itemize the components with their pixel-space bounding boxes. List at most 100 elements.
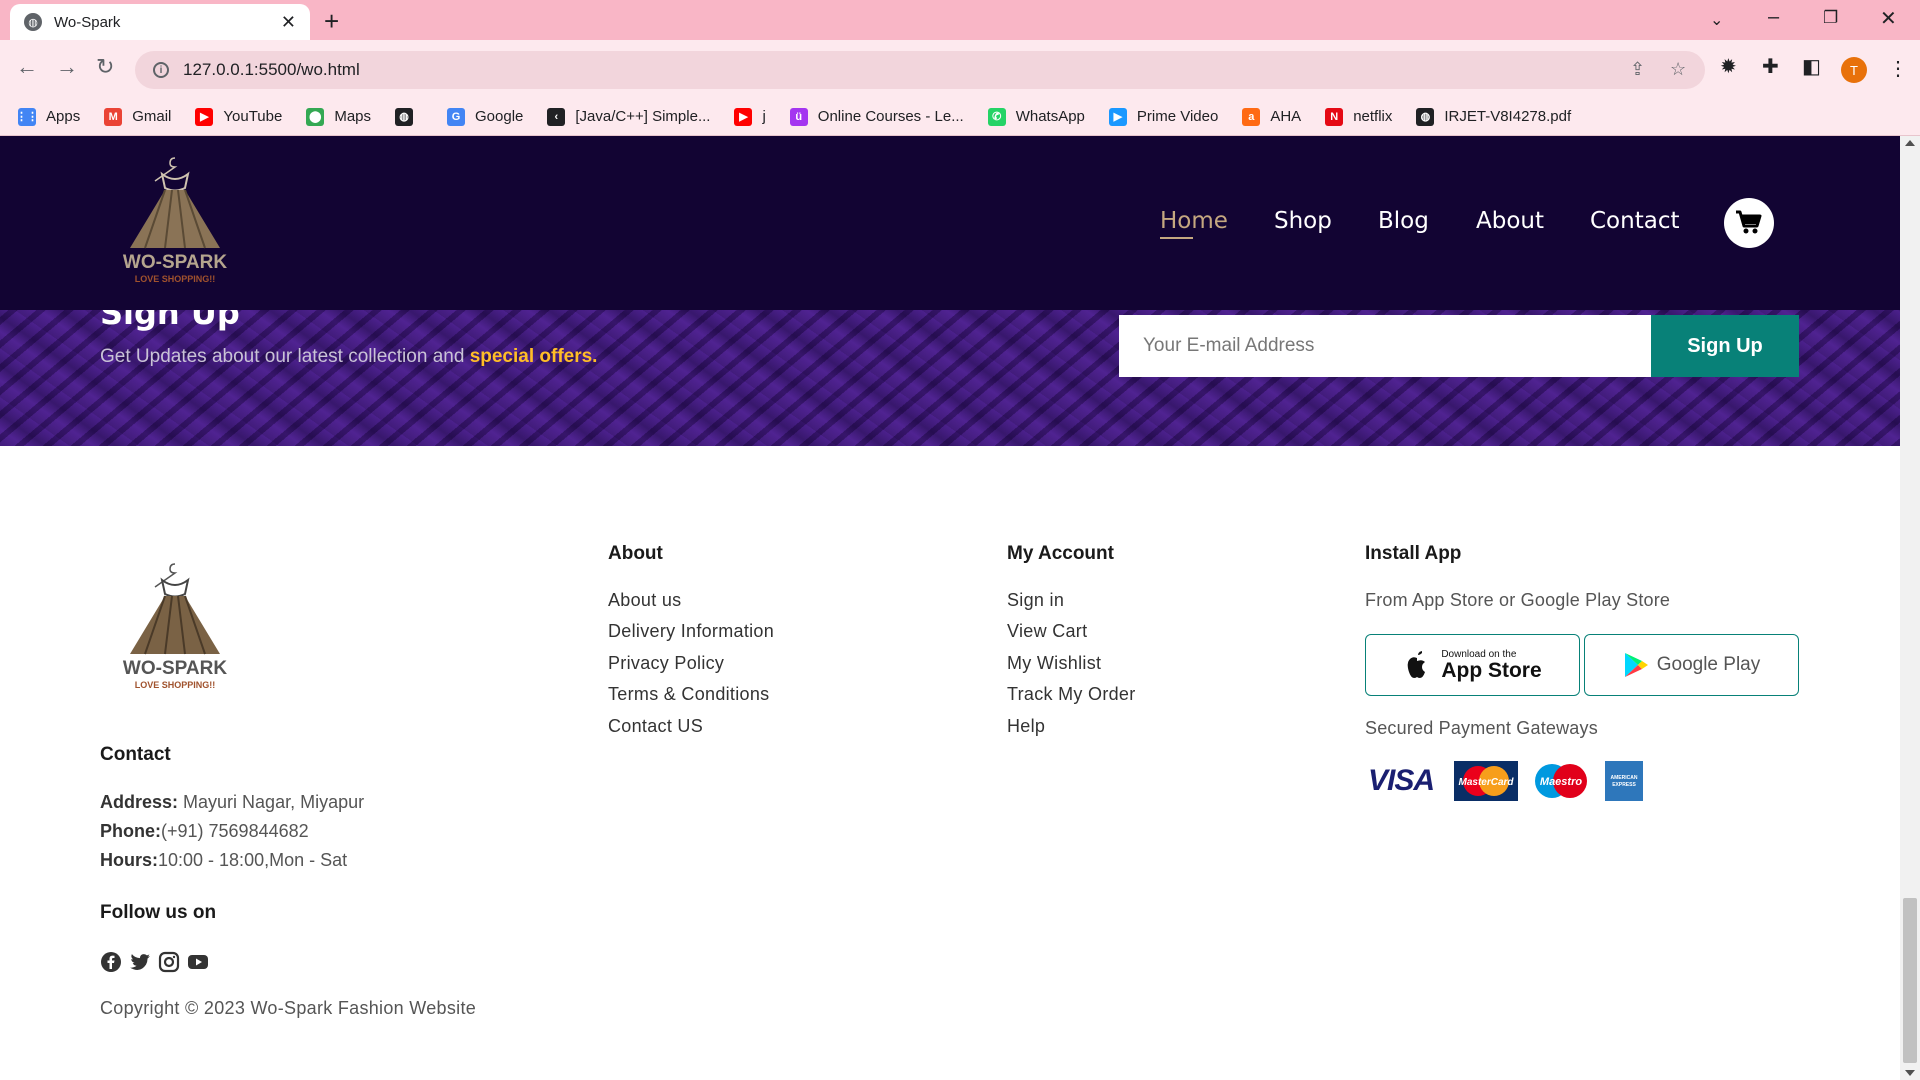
browser-tab[interactable]: ◍ Wo-Spark ✕ — [10, 4, 310, 40]
extension-icon[interactable]: ✹ — [1720, 54, 1737, 79]
install-heading: Install App — [1365, 543, 1462, 564]
twitter-icon[interactable] — [129, 951, 151, 973]
close-window-icon[interactable]: ✕ — [1880, 6, 1897, 31]
bookmark-item[interactable]: a AHA — [1242, 107, 1301, 126]
back-icon[interactable]: ← — [16, 54, 38, 80]
reload-icon[interactable]: ↻ — [96, 54, 114, 80]
bookmark-label: Google — [475, 108, 524, 125]
nav-about[interactable]: About — [1476, 208, 1544, 234]
bookmark-item[interactable]: Nnetflix — [1325, 107, 1392, 126]
footer-link-delivery[interactable]: Delivery Information — [608, 621, 774, 642]
bookmark-item[interactable]: ◍ IRJET-V8I4278.pdf — [1416, 107, 1572, 126]
codepen-icon: ‹ — [547, 107, 566, 126]
footer-link-privacy[interactable]: Privacy Policy — [608, 653, 724, 674]
site-info-icon[interactable]: i — [153, 62, 169, 78]
instagram-icon[interactable] — [158, 951, 180, 973]
app-store-big-text: App Store — [1441, 658, 1542, 682]
nav-contact[interactable]: Contact — [1590, 208, 1679, 234]
google-play-text: Google Play — [1656, 654, 1761, 675]
restore-icon[interactable]: ❐ — [1823, 8, 1838, 28]
bookmarks-bar: ⋮⋮ Apps M Gmail ▶ YouTube ⬤ Maps ◍ G Google ‹ [Java/… — [0, 98, 1920, 136]
app-store-button[interactable]: Download on the App Store — [1365, 634, 1580, 696]
google-play-button[interactable]: Google Play — [1584, 634, 1799, 696]
tab-search-icon[interactable]: ⌄ — [1710, 10, 1723, 30]
tab-title: Wo-Spark — [54, 13, 121, 31]
bookmark-item[interactable]: ⋮⋮ Apps — [16, 107, 81, 126]
svg-text:EXPRESS: EXPRESS — [1612, 782, 1636, 788]
nav-shop[interactable]: Shop — [1274, 208, 1332, 234]
svg-text:Maestro: Maestro — [1540, 776, 1582, 788]
logo-text: WO-SPARK — [123, 252, 227, 273]
cart-button[interactable] — [1724, 198, 1774, 248]
apps-grid-icon: ⋮⋮ — [16, 107, 38, 126]
contact-address: Address: Mayuri Nagar, Miyapur — [100, 792, 364, 813]
share-icon[interactable]: ⇪ — [1630, 59, 1645, 80]
browser-tab-strip: ◍ Wo-Spark ✕ + ⌄ – ❐ ✕ — [0, 0, 1920, 40]
nav-blog[interactable]: Blog — [1378, 208, 1429, 234]
menu-kebab-icon[interactable]: ⋮ — [1888, 56, 1908, 81]
bookmark-label: Online Courses - Le... — [817, 108, 964, 125]
footer-link-terms[interactable]: Terms & Conditions — [608, 684, 769, 705]
amex-logo: AMERICAN EXPRESS — [1605, 761, 1643, 801]
profile-avatar[interactable]: T — [1841, 57, 1867, 83]
new-tab-icon[interactable]: + — [324, 6, 339, 37]
newsletter-signup-button[interactable]: Sign Up — [1651, 315, 1799, 377]
scroll-down-arrow[interactable] — [1905, 1070, 1915, 1076]
bookmark-item[interactable]: ▶ Prime Video — [1108, 107, 1219, 126]
bookmark-item[interactable]: M Gmail — [104, 107, 171, 126]
footer-link-track-order[interactable]: Track My Order — [1007, 684, 1136, 705]
nav-home[interactable]: Home — [1160, 208, 1228, 234]
maps-pin-icon: ⬤ — [306, 107, 325, 126]
bookmark-item[interactable]: ü Online Courses - Le... — [789, 107, 964, 126]
bookmark-item[interactable]: ‹ [Java/C++] Simple... — [547, 107, 710, 126]
facebook-icon[interactable] — [100, 951, 122, 973]
footer-link-wishlist[interactable]: My Wishlist — [1007, 653, 1101, 674]
globe-icon: ◍ — [1416, 107, 1435, 126]
minimize-icon[interactable]: – — [1768, 6, 1779, 29]
address-value: Mayuri Nagar, Miyapur — [178, 792, 365, 812]
puzzle-extensions-icon[interactable]: ✚ — [1762, 54, 1779, 79]
bookmark-label: j — [762, 108, 766, 125]
scroll-up-arrow[interactable] — [1905, 140, 1915, 146]
forward-icon[interactable]: → — [56, 54, 78, 80]
youtube-icon: ▶ — [734, 107, 753, 126]
bookmark-label: IRJET-V8I4278.pdf — [1444, 108, 1572, 125]
newsletter-email-input[interactable] — [1119, 315, 1651, 377]
bookmark-item[interactable]: ◍ — [395, 107, 423, 126]
scroll-thumb[interactable] — [1903, 898, 1917, 1063]
contact-heading: Contact — [100, 744, 171, 765]
footer-logo-tagline: LOVE SHOPPING!! — [135, 680, 216, 690]
footer-link-about-us[interactable]: About us — [608, 590, 681, 611]
bookmark-label: Prime Video — [1136, 108, 1219, 125]
address-bar[interactable]: i 127.0.0.1:5500/wo.html ⇪ ☆ — [135, 51, 1705, 89]
close-tab-icon[interactable]: ✕ — [281, 12, 296, 33]
visa-logo: VISA — [1367, 764, 1435, 797]
footer-link-help[interactable]: Help — [1007, 716, 1045, 737]
hours-value: 10:00 - 18:00,Mon - Sat — [158, 850, 348, 870]
bookmark-item[interactable]: G Google — [447, 107, 524, 126]
svg-text:AMERICAN: AMERICAN — [1611, 775, 1638, 781]
shopping-cart-icon — [1736, 210, 1762, 234]
footer-link-contact-us[interactable]: Contact US — [608, 716, 703, 737]
bookmark-item[interactable]: ✆ WhatsApp — [987, 107, 1085, 126]
bookmark-item[interactable]: ▶ j — [734, 107, 766, 126]
nav-active-underline — [1160, 237, 1193, 239]
page-scrollbar[interactable] — [1900, 136, 1920, 1080]
footer-logo[interactable]: WO-SPARK LOVE SHOPPING!! — [110, 556, 240, 706]
bookmark-item[interactable]: ▶ YouTube — [195, 107, 282, 126]
contact-hours: Hours:10:00 - 18:00,Mon - Sat — [100, 850, 347, 871]
bookmark-label: Apps — [46, 108, 81, 125]
wo-spark-logo[interactable]: WO-SPARK LOVE SHOPPING!! — [110, 150, 240, 300]
footer-link-view-cart[interactable]: View Cart — [1007, 621, 1087, 642]
browser-toolbar: ← → ↻ i 127.0.0.1:5500/wo.html ⇪ ☆ ✹ ✚ ◧ — [0, 40, 1920, 98]
globe-icon: ◍ — [24, 13, 42, 31]
bookmark-star-icon[interactable]: ☆ — [1670, 59, 1686, 80]
apple-icon — [1408, 651, 1426, 678]
about-heading: About — [608, 543, 663, 564]
payments-heading: Secured Payment Gateways — [1365, 718, 1598, 738]
side-panel-icon[interactable]: ◧ — [1802, 54, 1821, 79]
follow-heading: Follow us on — [100, 902, 217, 923]
youtube-icon[interactable] — [187, 951, 209, 973]
bookmark-item[interactable]: ⬤ Maps — [306, 107, 371, 126]
footer-link-sign-in[interactable]: Sign in — [1007, 590, 1064, 611]
